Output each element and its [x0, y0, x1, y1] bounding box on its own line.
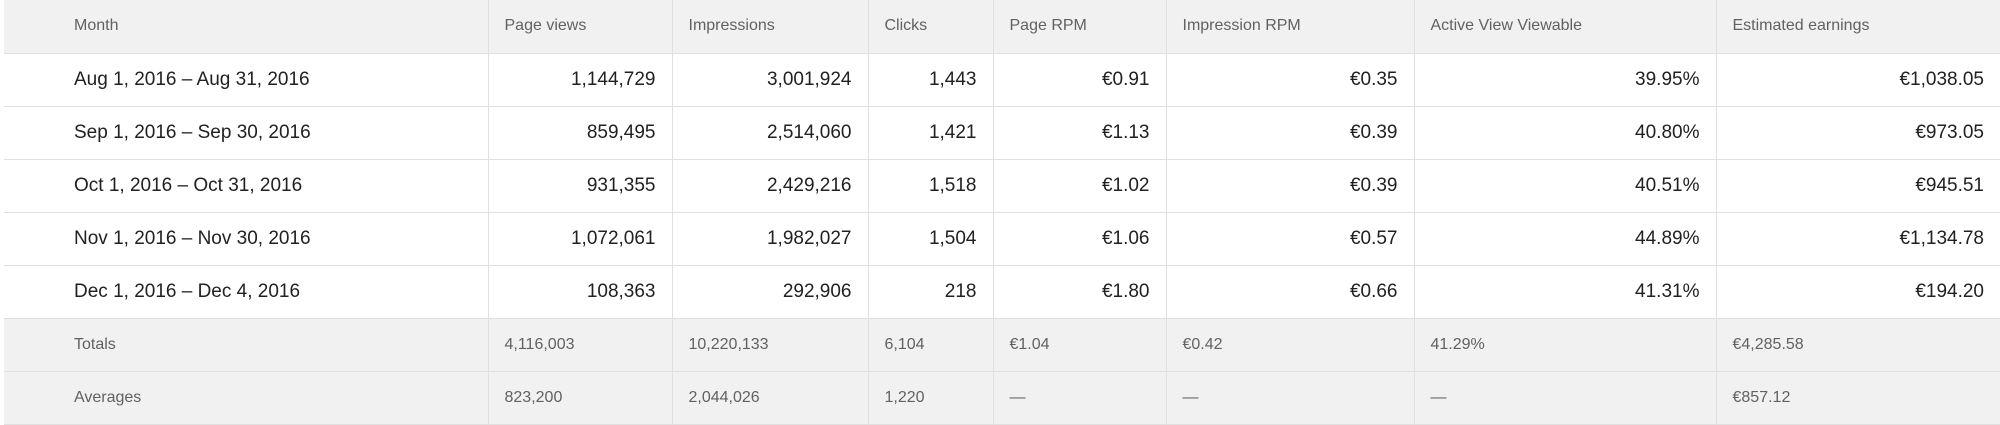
cell-impression-rpm: €0.66: [1166, 265, 1415, 319]
cell-page-rpm: €1.80: [993, 265, 1167, 319]
totals-page-views: 4,116,003: [488, 318, 673, 372]
cell-month: Dec 1, 2016 – Dec 4, 2016: [4, 265, 489, 319]
cell-estimated-earnings: €945.51: [1716, 159, 2000, 213]
table-row: Oct 1, 2016 – Oct 31, 2016 931,355 2,429…: [4, 159, 2000, 213]
totals-active-view-viewable: 41.29%: [1414, 318, 1717, 372]
totals-impressions: 10,220,133: [672, 318, 869, 372]
averages-row: Averages 823,200 2,044,026 1,220 — — — €…: [4, 371, 2000, 425]
cell-month: Nov 1, 2016 – Nov 30, 2016: [4, 212, 489, 266]
averages-page-views: 823,200: [488, 371, 673, 425]
totals-estimated-earnings: €4,285.58: [1716, 318, 2000, 372]
column-header-impressions[interactable]: Impressions: [672, 0, 869, 54]
cell-impression-rpm: €0.57: [1166, 212, 1415, 266]
averages-active-view-viewable: —: [1414, 371, 1717, 425]
table-row: Sep 1, 2016 – Sep 30, 2016 859,495 2,514…: [4, 106, 2000, 160]
cell-active-view-viewable: 40.80%: [1414, 106, 1717, 160]
cell-clicks: 1,443: [868, 53, 994, 107]
cell-impressions: 1,982,027: [672, 212, 869, 266]
cell-clicks: 1,518: [868, 159, 994, 213]
cell-impressions: 2,429,216: [672, 159, 869, 213]
column-header-clicks[interactable]: Clicks: [868, 0, 994, 54]
totals-page-rpm: €1.04: [993, 318, 1167, 372]
cell-active-view-viewable: 40.51%: [1414, 159, 1717, 213]
cell-page-views: 1,072,061: [488, 212, 673, 266]
cell-impressions: 292,906: [672, 265, 869, 319]
totals-clicks: 6,104: [868, 318, 994, 372]
totals-label: Totals: [4, 318, 489, 372]
totals-row: Totals 4,116,003 10,220,133 6,104 €1.04 …: [4, 318, 2000, 372]
table-row: Dec 1, 2016 – Dec 4, 2016 108,363 292,90…: [4, 265, 2000, 319]
cell-active-view-viewable: 39.95%: [1414, 53, 1717, 107]
cell-page-views: 931,355: [488, 159, 673, 213]
cell-clicks: 218: [868, 265, 994, 319]
earnings-table: Month Page views Impressions Clicks Page…: [4, 0, 2000, 425]
cell-page-rpm: €0.91: [993, 53, 1167, 107]
cell-page-views: 859,495: [488, 106, 673, 160]
column-header-active-view-viewable[interactable]: Active View Viewable: [1414, 0, 1717, 54]
cell-page-rpm: €1.13: [993, 106, 1167, 160]
averages-label: Averages: [4, 371, 489, 425]
column-header-month[interactable]: Month: [4, 0, 489, 54]
cell-impression-rpm: €0.39: [1166, 159, 1415, 213]
cell-active-view-viewable: 44.89%: [1414, 212, 1717, 266]
table-row: Nov 1, 2016 – Nov 30, 2016 1,072,061 1,9…: [4, 212, 2000, 266]
cell-month: Sep 1, 2016 – Sep 30, 2016: [4, 106, 489, 160]
averages-impression-rpm: —: [1166, 371, 1415, 425]
cell-estimated-earnings: €1,038.05: [1716, 53, 2000, 107]
cell-clicks: 1,504: [868, 212, 994, 266]
cell-impressions: 3,001,924: [672, 53, 869, 107]
cell-estimated-earnings: €194.20: [1716, 265, 2000, 319]
cell-month: Aug 1, 2016 – Aug 31, 2016: [4, 53, 489, 107]
table-header-row: Month Page views Impressions Clicks Page…: [4, 0, 2000, 54]
cell-page-rpm: €1.06: [993, 212, 1167, 266]
averages-clicks: 1,220: [868, 371, 994, 425]
table-row: Aug 1, 2016 – Aug 31, 2016 1,144,729 3,0…: [4, 53, 2000, 107]
averages-impressions: 2,044,026: [672, 371, 869, 425]
averages-page-rpm: —: [993, 371, 1167, 425]
column-header-impression-rpm[interactable]: Impression RPM: [1166, 0, 1415, 54]
cell-active-view-viewable: 41.31%: [1414, 265, 1717, 319]
cell-estimated-earnings: €1,134.78: [1716, 212, 2000, 266]
column-header-page-rpm[interactable]: Page RPM: [993, 0, 1167, 54]
cell-page-views: 1,144,729: [488, 53, 673, 107]
column-header-estimated-earnings[interactable]: Estimated earnings: [1716, 0, 2000, 54]
totals-impression-rpm: €0.42: [1166, 318, 1415, 372]
cell-estimated-earnings: €973.05: [1716, 106, 2000, 160]
cell-page-views: 108,363: [488, 265, 673, 319]
cell-impression-rpm: €0.35: [1166, 53, 1415, 107]
cell-page-rpm: €1.02: [993, 159, 1167, 213]
cell-impression-rpm: €0.39: [1166, 106, 1415, 160]
averages-estimated-earnings: €857.12: [1716, 371, 2000, 425]
cell-month: Oct 1, 2016 – Oct 31, 2016: [4, 159, 489, 213]
cell-impressions: 2,514,060: [672, 106, 869, 160]
column-header-page-views[interactable]: Page views: [488, 0, 673, 54]
earnings-report: Month Page views Impressions Clicks Page…: [4, 0, 2000, 425]
cell-clicks: 1,421: [868, 106, 994, 160]
